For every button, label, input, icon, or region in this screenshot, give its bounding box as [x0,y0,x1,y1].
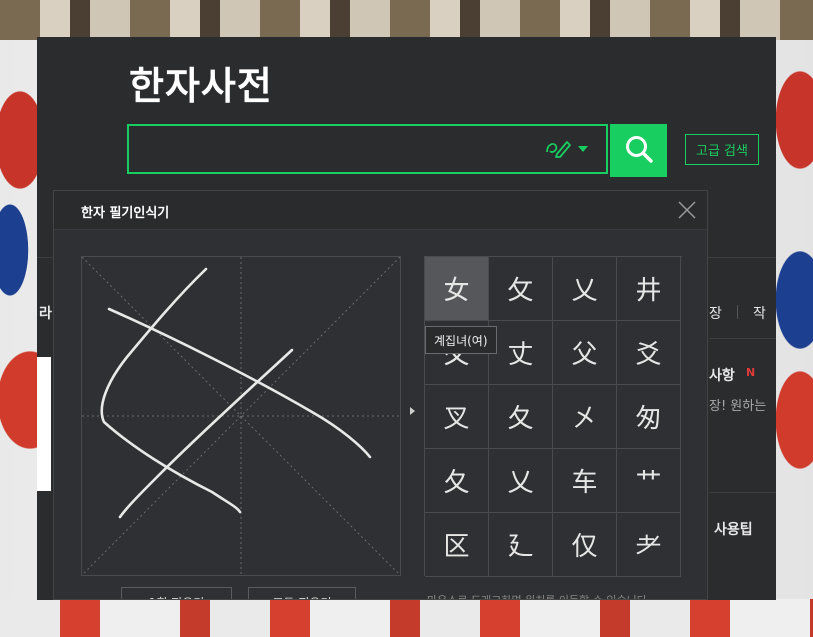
canvas-drawing [81,256,401,576]
close-icon[interactable] [677,200,697,220]
candidate-cell[interactable]: 车 [553,449,617,513]
candidate-tooltip: 계집녀(여) [425,326,497,354]
candidate-cell[interactable]: 廴 [489,513,553,577]
background-tab-2[interactable]: 작 [753,303,766,323]
candidate-cell[interactable]: 耂 [617,513,681,577]
tab-divider [737,305,738,319]
candidate-cell[interactable]: 丈 [489,321,553,385]
search-bar [127,124,608,174]
ink-stroke [100,267,242,514]
notice-title[interactable]: 사항 [709,365,735,385]
candidate-cell[interactable]: 攵 [489,257,553,321]
background-left-block [37,357,51,491]
pen-icon [544,136,572,162]
candidate-cell[interactable]: 女 [425,257,489,321]
drag-hint: 마우스로 드래그하면 위치를 이동할 수 있습니다 [427,592,647,599]
candidate-cell[interactable]: 㐅 [553,385,617,449]
tips-title[interactable]: 사용팁 [714,519,753,539]
candidate-cell[interactable]: 父 [553,321,617,385]
advanced-search-button[interactable]: 고급 검색 [685,134,759,165]
candidate-cell[interactable]: 艹 [617,449,681,513]
divider [709,492,776,493]
candidate-cell[interactable]: 叉 [425,385,489,449]
arrow-right-icon [410,407,415,415]
clear-all-button[interactable]: 모두 지우기 [248,587,356,599]
handwriting-toggle[interactable] [544,136,596,162]
popup-title: 한자 필기인식기 [81,206,170,221]
popup-header: 한자 필기인식기 [54,191,707,230]
background-bottom-strip [0,599,813,637]
candidate-cell[interactable]: 井 [617,257,681,321]
background-left-char: 라 [39,306,52,322]
candidate-cell[interactable]: 区 [425,513,489,577]
search-button[interactable] [610,124,667,177]
candidate-cell[interactable]: 乂 [553,257,617,321]
candidate-grid: 女 攵 乂 井 夊 丈 父 爻 叉 夂 㐅 匆 夂 乂 车 艹 区 廴 仅 耂 [424,256,682,577]
search-icon [624,134,654,168]
ink-stroke [118,348,294,519]
background-top-strip [0,0,813,40]
divider [709,338,776,339]
background-tab-1[interactable]: 장 [709,303,722,323]
candidate-cell[interactable]: 匆 [617,385,681,449]
page-title: 한자사전 [129,64,273,108]
candidate-cell[interactable]: 仅 [553,513,617,577]
handwriting-recognizer-popup: 한자 필기인식기 女 攵 乂 井 夊 丈 父 爻 叉 夂 㐅 匆 夂 乂 车 艹… [53,190,708,600]
candidate-cell[interactable]: 夂 [489,385,553,449]
notice-text: 장! 원하는 [709,399,767,414]
candidate-cell[interactable]: 乂 [489,449,553,513]
clear-one-stroke-button[interactable]: 1획 지우기 [121,587,232,599]
search-input[interactable] [137,134,541,166]
new-badge: N [746,366,756,379]
candidate-cell[interactable]: 爻 [617,321,681,385]
handwriting-canvas[interactable] [81,256,401,576]
chevron-down-icon [578,146,588,152]
candidate-cell[interactable]: 夂 [425,449,489,513]
